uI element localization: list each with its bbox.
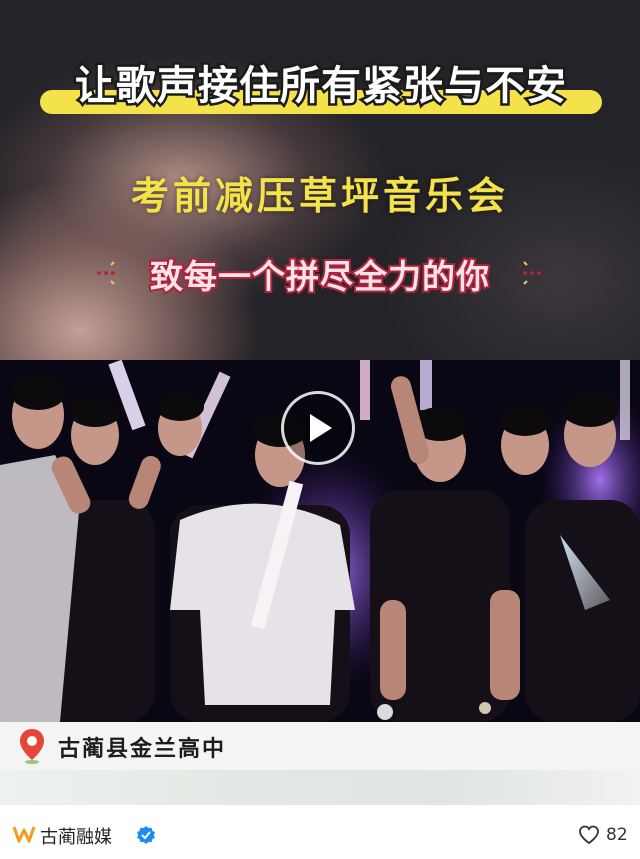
- verified-badge-icon: [137, 826, 155, 844]
- headline-text: 让歌声接住所有紧张与不安: [73, 61, 569, 112]
- location-pin-icon: [20, 729, 44, 764]
- tagline-text: 致每一个拼尽全力的你: [148, 255, 491, 298]
- play-icon: [310, 414, 332, 442]
- like-count: 82: [606, 825, 628, 845]
- post-footer: 古蔺融媒 82: [0, 805, 640, 859]
- tagline-banner: 致每一个拼尽全力的你: [95, 248, 545, 298]
- event-title: 考前减压草坪音乐会: [130, 173, 509, 218]
- headline-banner: 让歌声接住所有紧张与不安: [40, 60, 602, 118]
- location-name: 古蔺县金兰高中: [58, 737, 227, 762]
- video-bottom-strip: [0, 770, 640, 805]
- heart-icon[interactable]: [578, 825, 600, 845]
- account-name[interactable]: 古蔺融媒: [40, 823, 112, 849]
- brand-logo-icon[interactable]: [12, 824, 36, 844]
- sparkle-right-icon: [523, 261, 543, 285]
- location-row[interactable]: 古蔺县金兰高中: [0, 722, 640, 770]
- play-button[interactable]: [281, 391, 355, 465]
- cover-header: 让歌声接住所有紧张与不安 考前减压草坪音乐会 致每一个拼尽全力的你: [0, 0, 640, 360]
